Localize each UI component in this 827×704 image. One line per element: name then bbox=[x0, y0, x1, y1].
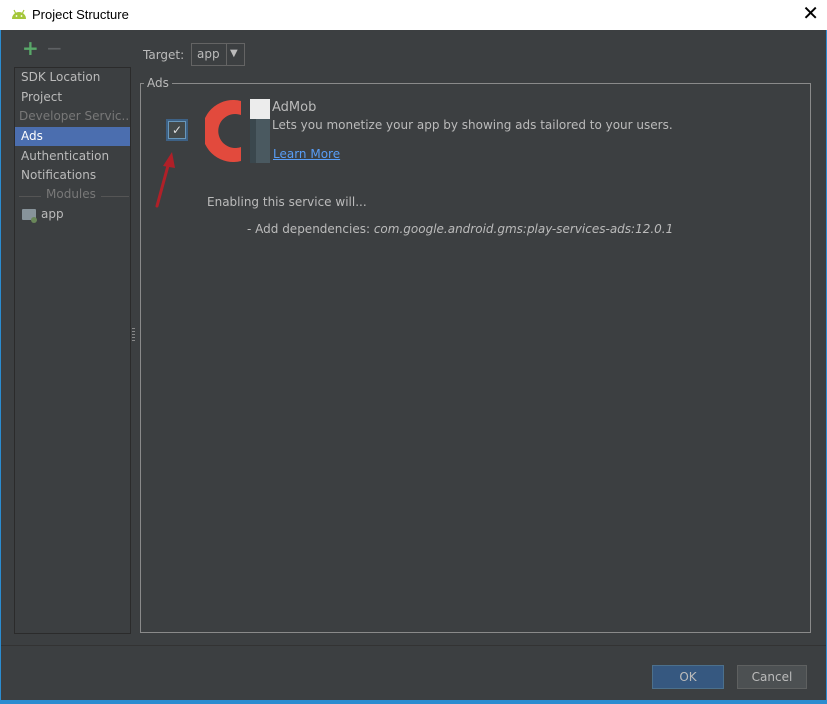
modules-header: Modules bbox=[46, 187, 96, 201]
sidebar-header-developer-services: Developer Servic... bbox=[19, 109, 130, 123]
annotation-arrow-icon bbox=[155, 152, 175, 208]
dependency-name: com.google.android.gms:play-services-ads… bbox=[373, 222, 674, 236]
sidebar-item-authentication[interactable]: Authentication bbox=[15, 147, 130, 166]
modules-divider-left bbox=[19, 196, 41, 197]
remove-icon[interactable]: − bbox=[46, 38, 63, 58]
window-border bbox=[0, 700, 827, 704]
module-badge-icon bbox=[31, 217, 37, 223]
ads-group-label: Ads bbox=[144, 76, 172, 90]
service-description: Lets you monetize your app by showing ad… bbox=[272, 118, 673, 132]
sidebar: SDK Location Project Developer Servic...… bbox=[14, 67, 131, 634]
target-select[interactable]: app ▼ bbox=[191, 43, 245, 66]
sidebar-item-notifications[interactable]: Notifications bbox=[15, 166, 130, 185]
dependency-line: - Add dependencies: com.google.android.g… bbox=[247, 222, 673, 236]
close-icon[interactable]: ✕ bbox=[802, 2, 819, 26]
title-bar: Project Structure ✕ bbox=[0, 0, 827, 30]
splitter-handle[interactable] bbox=[132, 328, 135, 342]
dependency-prefix: - Add dependencies: bbox=[247, 222, 374, 236]
learn-more-link[interactable]: Learn More bbox=[273, 147, 340, 161]
window-title: Project Structure bbox=[32, 7, 129, 22]
enabling-text: Enabling this service will... bbox=[207, 195, 367, 209]
sidebar-item-project[interactable]: Project bbox=[15, 88, 130, 107]
target-label: Target: bbox=[143, 48, 185, 62]
ads-group bbox=[140, 83, 811, 633]
enable-admob-checkbox[interactable]: ✓ bbox=[168, 121, 186, 139]
add-icon[interactable]: + bbox=[22, 38, 39, 58]
sidebar-item-app[interactable]: app bbox=[41, 207, 64, 221]
modules-divider-right bbox=[101, 196, 129, 197]
ok-button[interactable]: OK bbox=[652, 665, 724, 689]
cancel-button[interactable]: Cancel bbox=[737, 665, 807, 689]
select-divider bbox=[226, 44, 227, 65]
sidebar-item-ads[interactable]: Ads bbox=[15, 127, 130, 146]
sidebar-item-sdk-location[interactable]: SDK Location bbox=[15, 68, 130, 87]
service-name: AdMob bbox=[272, 100, 317, 115]
checkmark-icon: ✓ bbox=[172, 123, 183, 137]
admob-logo-icon bbox=[205, 99, 270, 163]
android-icon bbox=[12, 9, 26, 19]
target-value: app bbox=[197, 47, 220, 61]
footer-divider bbox=[1, 645, 826, 646]
chevron-down-icon: ▼ bbox=[230, 48, 238, 59]
